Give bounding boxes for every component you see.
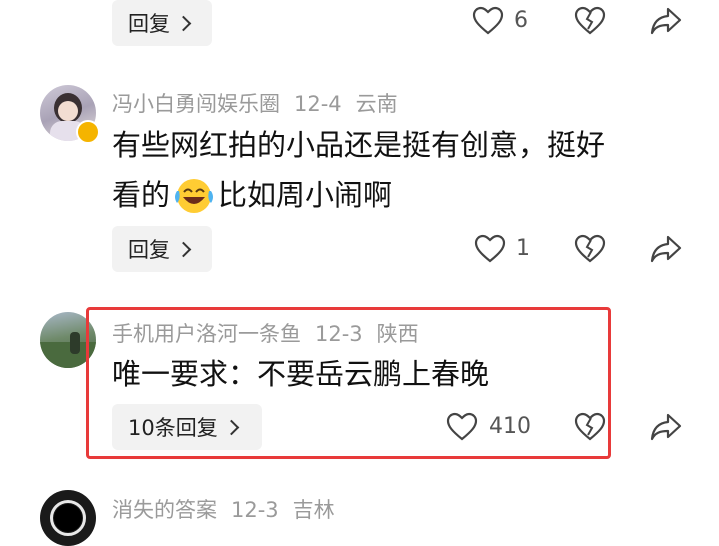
comment-text-line: 比如周小闹啊	[218, 178, 393, 212]
avatar[interactable]	[40, 490, 96, 546]
comment-text: 有些网红拍的小品还是挺有创意，挺好 看的 比如周小闹啊	[112, 120, 605, 220]
like-count: 1	[516, 236, 530, 261]
like-count: 6	[514, 8, 528, 33]
username[interactable]: 消失的答案	[112, 498, 217, 522]
broken-heart-icon[interactable]	[574, 6, 606, 36]
reply-label: 回复	[128, 238, 170, 262]
share-icon[interactable]	[650, 6, 682, 36]
reply-label: 回复	[128, 12, 170, 36]
highlight-box	[86, 307, 611, 459]
comment-date: 12-4	[294, 92, 342, 116]
comment-location: 吉林	[292, 498, 335, 522]
share-icon[interactable]	[650, 234, 682, 264]
heart-icon[interactable]	[474, 234, 506, 264]
comment-meta: 消失的答案 12-3 吉林	[112, 494, 349, 524]
laughing-crying-emoji-icon	[175, 179, 214, 213]
username[interactable]: 冯小白勇闯娱乐圈	[112, 92, 280, 116]
comment-date: 12-3	[231, 498, 279, 522]
chevron-right-icon	[175, 15, 192, 32]
comment-meta: 冯小白勇闯娱乐圈 12-4 云南	[112, 88, 412, 118]
comment-location: 云南	[355, 92, 398, 116]
share-icon[interactable]	[650, 412, 682, 442]
heart-icon[interactable]	[472, 6, 504, 36]
chevron-right-icon	[175, 241, 192, 258]
comment-text-line: 有些网红拍的小品还是挺有创意，挺好	[112, 128, 606, 162]
comment-text-line: 看的	[112, 178, 171, 212]
broken-heart-icon[interactable]	[574, 234, 606, 264]
reply-button[interactable]: 回复	[112, 226, 212, 272]
reply-button[interactable]: 回复	[112, 0, 212, 46]
level-badge-icon	[76, 120, 100, 144]
